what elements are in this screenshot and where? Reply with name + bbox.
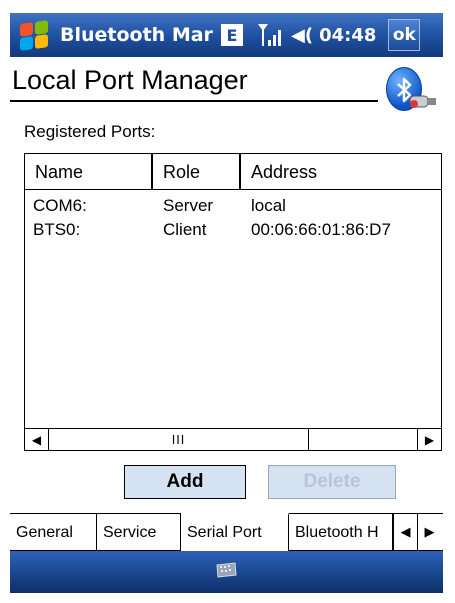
tab-scroll-right-icon[interactable]: ▶	[417, 514, 441, 551]
horizontal-scrollbar[interactable]: ◀ III ▶	[25, 428, 441, 450]
app-title: Bluetooth Mar	[60, 24, 213, 46]
column-header-role[interactable]: Role	[153, 154, 241, 190]
clock[interactable]: 04:48	[319, 25, 376, 46]
tab-service[interactable]: Service	[97, 514, 181, 551]
serial-plug-icon	[408, 92, 438, 110]
tab-serial-port[interactable]: Serial Port	[181, 513, 289, 551]
page-header: Local Port Manager	[10, 57, 443, 111]
title-bar: Bluetooth Mar E ◀( 04:48 ok	[10, 13, 443, 57]
scroll-left-icon[interactable]: ◀	[25, 429, 49, 450]
tab-bar: General Service Serial Port Bluetooth H …	[10, 513, 443, 551]
column-header-address[interactable]: Address	[241, 154, 441, 190]
port-name: COM6:	[33, 196, 87, 215]
scroll-right-icon[interactable]: ▶	[417, 429, 441, 450]
registered-ports-label: Registered Ports:	[24, 122, 156, 141]
ok-button[interactable]: ok	[388, 19, 421, 51]
tab-general[interactable]: General	[10, 514, 97, 551]
port-name: BTS0:	[33, 220, 81, 239]
page-title: Local Port Manager	[12, 65, 248, 95]
column-header-name[interactable]: Name	[25, 154, 153, 190]
windows-start-icon[interactable]	[14, 15, 54, 55]
soft-key-bar	[10, 551, 443, 593]
tab-scroll-left-icon[interactable]: ◀	[393, 514, 417, 551]
edge-network-badge: E	[221, 24, 243, 46]
scroll-thumb[interactable]: III	[49, 429, 309, 450]
add-button[interactable]: Add	[124, 465, 246, 499]
port-address: 00:06:66:01:86:D7	[251, 220, 391, 239]
keyboard-icon[interactable]	[214, 561, 238, 579]
table-row[interactable]: COM6: Server local	[25, 196, 441, 220]
list-header: Name Role Address	[25, 154, 441, 190]
speaker-icon[interactable]: ◀(	[291, 25, 313, 46]
scroll-track[interactable]: III	[49, 429, 417, 450]
table-row[interactable]: BTS0: Client 00:06:66:01:86:D7	[25, 220, 441, 244]
delete-button[interactable]: Delete	[268, 465, 396, 499]
list-rows: COM6: Server local BTS0: Client 00:06:66…	[25, 196, 441, 244]
port-role: Client	[163, 220, 207, 239]
tab-scroll-arrows: ◀ ▶	[393, 514, 441, 551]
tab-bluetooth-hid[interactable]: Bluetooth H	[289, 514, 393, 551]
device-screen: Bluetooth Mar E ◀( 04:48 ok Local Port M…	[0, 0, 455, 603]
port-address: local	[251, 196, 286, 215]
header-divider	[10, 100, 378, 102]
port-role: Server	[163, 196, 214, 215]
signal-strength-icon[interactable]	[257, 21, 283, 49]
ports-list[interactable]: Name Role Address COM6: Server local BTS…	[24, 153, 442, 451]
